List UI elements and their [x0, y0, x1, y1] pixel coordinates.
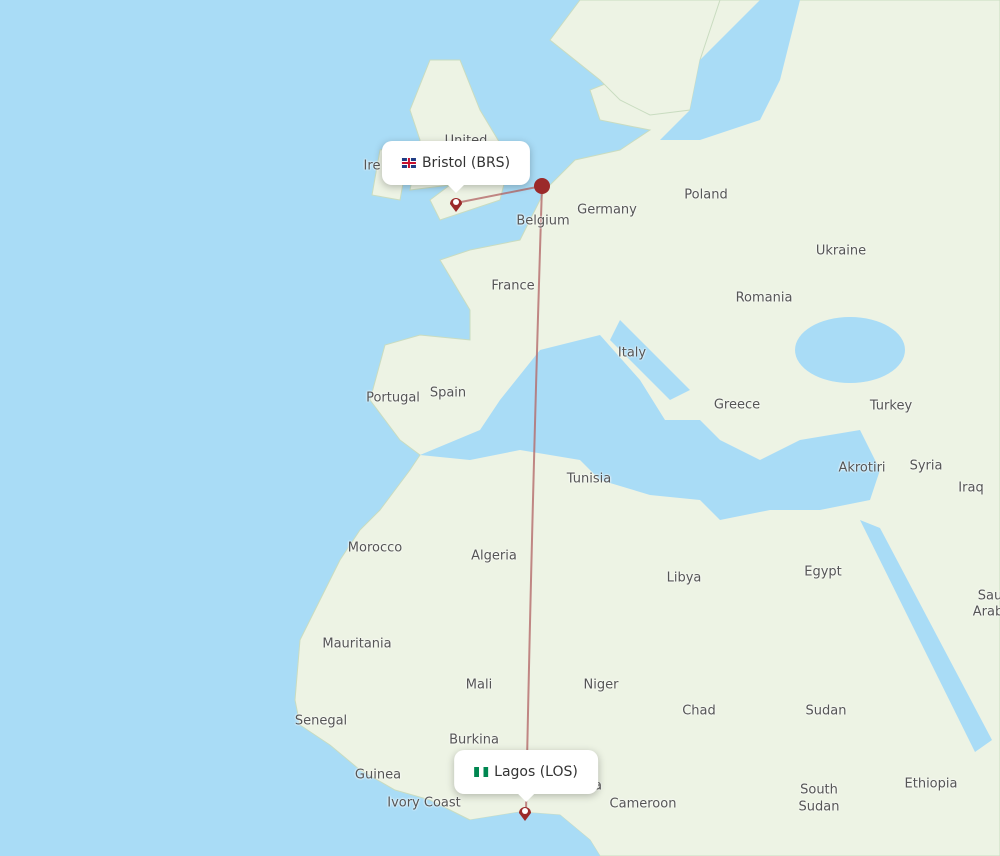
nigeria-flag-icon — [474, 767, 489, 777]
map-label: Egypt — [804, 564, 842, 580]
map-label: Senegal — [294, 713, 348, 729]
map-label: Sudan — [798, 799, 840, 815]
map-label: Turkey — [869, 398, 913, 414]
map-label: Italy — [617, 345, 647, 361]
origin-popup[interactable]: Bristol (BRS) — [381, 141, 531, 193]
uk-flag-icon — [401, 158, 416, 168]
map-label: Morocco — [347, 540, 403, 556]
map-label: Sudan — [805, 703, 847, 719]
map-label: Tunisia — [566, 471, 612, 487]
map-label: Niger — [583, 677, 619, 693]
map-label: Algeria — [471, 548, 517, 564]
map-label: Portugal — [366, 390, 420, 406]
map-label: Akrotiri — [838, 460, 886, 476]
map-label: Chad — [682, 703, 716, 719]
map-label: Arab — [972, 604, 1000, 620]
map-label: France — [491, 278, 535, 294]
map-label: Guinea — [354, 767, 402, 783]
map-label: Ukraine — [815, 243, 867, 259]
map-label: Sau — [977, 588, 1000, 604]
map-label: Burkina — [449, 732, 499, 748]
destination-popup[interactable]: Lagos (LOS) — [454, 750, 598, 802]
map-label: South — [800, 782, 838, 798]
black-sea — [795, 317, 905, 383]
map-label: Germany — [577, 202, 637, 218]
map-label: Syria — [909, 458, 943, 474]
map-label: Romania — [735, 290, 793, 306]
map-label: Mali — [465, 677, 493, 693]
map-label: Iraq — [958, 480, 984, 496]
map-label: Cameroon — [609, 796, 677, 812]
map-label: Greece — [713, 397, 761, 413]
map-label: Ivory Coast — [387, 795, 461, 811]
map-label: Poland — [684, 187, 728, 203]
map-label: Ire — [363, 158, 381, 174]
stopover-marker[interactable] — [534, 178, 550, 194]
map-label: Libya — [666, 570, 702, 586]
map-label: Ethiopia — [904, 776, 958, 792]
map-label: Mauritania — [322, 636, 392, 652]
destination-city: Lagos (LOS) — [494, 764, 578, 780]
map-label: Spain — [429, 385, 467, 401]
origin-city: Bristol (BRS) — [421, 155, 511, 171]
map-label: Belgium — [516, 213, 570, 229]
map-canvas[interactable] — [0, 0, 1000, 856]
